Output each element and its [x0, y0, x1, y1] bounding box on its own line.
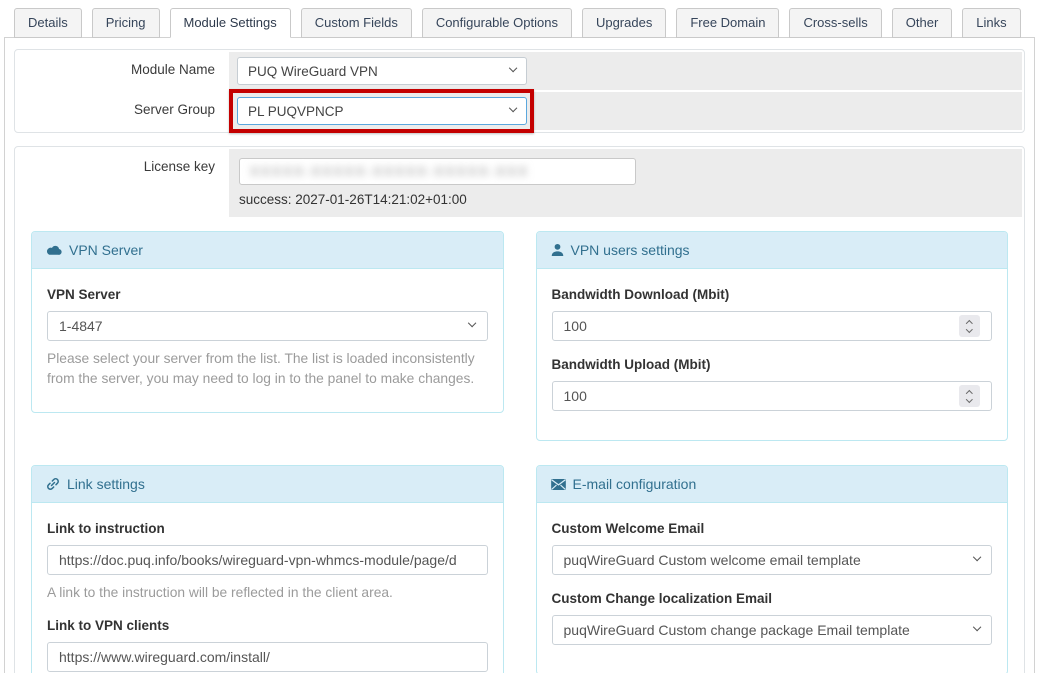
panel-title: E-mail configuration [573, 476, 697, 492]
license-key-row: License key XXXXX-XXXXX-XXXXX-XXXXX-XXX … [17, 149, 1022, 217]
number-stepper[interactable] [959, 385, 980, 407]
chevron-down-icon [973, 553, 982, 562]
link-vpn-clients-value: https://www.wireguard.com/install/ [59, 649, 270, 665]
bandwidth-download-label: Bandwidth Download (Mbit) [552, 287, 993, 302]
settings-panels-grid: VPN Server VPN Server 1-4847 Please sele… [31, 231, 1008, 673]
product-tabs: Details Pricing Module Settings Custom F… [0, 0, 1039, 37]
panel-email-configuration: E-mail configuration Custom Welcome Emai… [536, 465, 1009, 673]
license-key-masked-value: XXXXX-XXXXX-XXXXX-XXXXX-XXX [250, 164, 529, 179]
vpn-server-label: VPN Server [47, 287, 488, 302]
bandwidth-upload-value: 100 [564, 388, 587, 404]
server-group-label: Server Group [17, 92, 229, 130]
server-group-select[interactable]: PL PUQVPNCP [237, 97, 527, 125]
bandwidth-download-input[interactable]: 100 [552, 311, 993, 341]
panel-title: VPN Server [69, 242, 143, 258]
server-group-row: Server Group PL PUQVPNCP [17, 92, 1022, 130]
chevron-down-icon [973, 623, 982, 632]
panel-vpn-users-body: Bandwidth Download (Mbit) 100 Bandwidth … [537, 269, 1008, 440]
panel-vpn-server-body: VPN Server 1-4847 Please select your ser… [32, 269, 503, 412]
module-settings-box: License key XXXXX-XXXXX-XXXXX-XXXXX-XXX … [14, 146, 1025, 673]
envelope-icon [551, 479, 566, 490]
module-name-field-area: PUQ WireGuard VPN [229, 52, 1022, 90]
tab-configurable-options[interactable]: Configurable Options [422, 8, 572, 38]
tab-free-domain[interactable]: Free Domain [676, 8, 779, 38]
link-instruction-help: A link to the instruction will be reflec… [47, 583, 488, 603]
vpn-server-value: 1-4847 [59, 318, 103, 334]
cloud-icon [46, 244, 62, 256]
vpn-server-select[interactable]: 1-4847 [47, 311, 488, 341]
tab-links[interactable]: Links [962, 8, 1020, 38]
module-settings-content: Module Name PUQ WireGuard VPN Server Gro… [4, 37, 1035, 673]
panel-vpn-server-heading: VPN Server [32, 232, 503, 269]
custom-welcome-email-label: Custom Welcome Email [552, 521, 993, 536]
red-highlight-annotation: PL PUQVPNCP [237, 97, 527, 125]
server-group-value: PL PUQVPNCP [248, 104, 344, 119]
panel-title: Link settings [67, 476, 145, 492]
panel-link-settings: Link settings Link to instruction https:… [31, 465, 504, 673]
license-status-text: success: 2027-01-26T14:21:02+01:00 [239, 192, 1012, 207]
link-vpn-clients-input[interactable]: https://www.wireguard.com/install/ [47, 642, 488, 672]
panel-vpn-server: VPN Server VPN Server 1-4847 Please sele… [31, 231, 504, 413]
link-instruction-input[interactable]: https://doc.puq.info/books/wireguard-vpn… [47, 545, 488, 575]
server-group-field-area: PL PUQVPNCP [229, 92, 1022, 130]
link-instruction-value: https://doc.puq.info/books/wireguard-vpn… [59, 552, 457, 568]
custom-change-localization-email-label: Custom Change localization Email [552, 591, 993, 606]
chevron-down-icon [509, 104, 518, 113]
link-vpn-clients-label: Link to VPN clients [47, 618, 488, 633]
tab-pricing[interactable]: Pricing [92, 8, 160, 38]
module-name-value: PUQ WireGuard VPN [248, 64, 378, 79]
custom-change-localization-email-value: puqWireGuard Custom change package Email… [564, 622, 910, 638]
stepper-down-icon [966, 396, 972, 402]
bandwidth-upload-input[interactable]: 100 [552, 381, 993, 411]
bandwidth-upload-label: Bandwidth Upload (Mbit) [552, 357, 993, 372]
custom-change-localization-email-select[interactable]: puqWireGuard Custom change package Email… [552, 615, 993, 645]
link-icon [46, 477, 60, 491]
panel-link-settings-heading: Link settings [32, 466, 503, 503]
tab-upgrades[interactable]: Upgrades [582, 8, 666, 38]
tab-custom-fields[interactable]: Custom Fields [301, 8, 412, 38]
chevron-down-icon [509, 64, 518, 73]
panel-link-settings-body: Link to instruction https://doc.puq.info… [32, 503, 503, 673]
custom-welcome-email-value: puqWireGuard Custom welcome email templa… [564, 552, 861, 568]
license-key-label: License key [17, 149, 229, 217]
panel-email-configuration-heading: E-mail configuration [537, 466, 1008, 503]
user-icon [551, 243, 564, 257]
panel-vpn-users-heading: VPN users settings [537, 232, 1008, 269]
module-name-row: Module Name PUQ WireGuard VPN [17, 52, 1022, 90]
module-selection-box: Module Name PUQ WireGuard VPN Server Gro… [14, 49, 1025, 133]
bandwidth-download-value: 100 [564, 318, 587, 334]
panel-email-configuration-body: Custom Welcome Email puqWireGuard Custom… [537, 503, 1008, 673]
license-key-input[interactable]: XXXXX-XXXXX-XXXXX-XXXXX-XXX [239, 158, 636, 185]
module-name-label: Module Name [17, 52, 229, 90]
link-instruction-label: Link to instruction [47, 521, 488, 536]
vpn-server-help: Please select your server from the list.… [47, 349, 488, 389]
license-field-area: XXXXX-XXXXX-XXXXX-XXXXX-XXX success: 202… [229, 149, 1022, 217]
panel-vpn-users: VPN users settings Bandwidth Download (M… [536, 231, 1009, 441]
module-name-select[interactable]: PUQ WireGuard VPN [237, 57, 527, 85]
tab-cross-sells[interactable]: Cross-sells [789, 8, 881, 38]
tab-other[interactable]: Other [892, 8, 953, 38]
custom-welcome-email-select[interactable]: puqWireGuard Custom welcome email templa… [552, 545, 993, 575]
tab-details[interactable]: Details [14, 8, 82, 38]
chevron-down-icon [468, 319, 477, 328]
number-stepper[interactable] [959, 315, 980, 337]
stepper-down-icon [966, 326, 972, 332]
panel-title: VPN users settings [571, 242, 690, 258]
tab-module-settings[interactable]: Module Settings [170, 8, 291, 38]
